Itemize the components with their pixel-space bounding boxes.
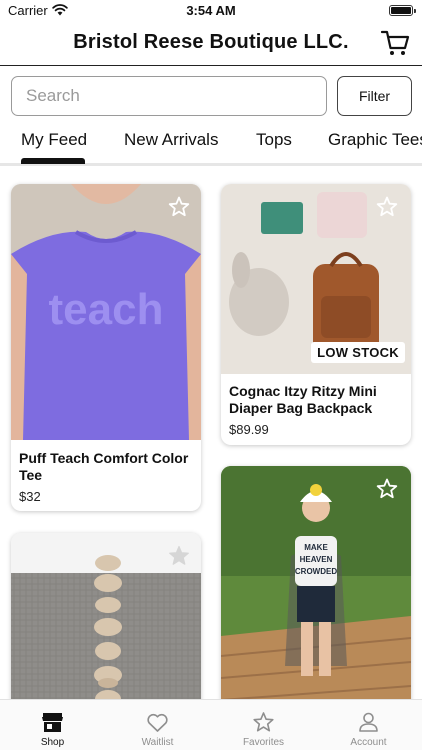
selected-tab-indicator (21, 158, 85, 164)
heart-icon (147, 713, 168, 732)
favorite-star-icon[interactable] (167, 544, 191, 568)
product-price: $32 (19, 489, 41, 504)
search-input[interactable] (12, 77, 326, 115)
nav-account[interactable]: Account (316, 700, 421, 750)
low-stock-badge: LOW STOCK (311, 342, 405, 363)
status-bar: Carrier 3:54 AM (0, 0, 422, 22)
favorite-star-icon[interactable] (375, 195, 399, 219)
nav-waitlist[interactable]: Waitlist (105, 700, 210, 750)
product-grid[interactable]: teach Puff Teach Comfort Color Tee $32 L… (0, 166, 422, 699)
product-name[interactable]: Cognac Itzy Ritzy Mini Diaper Bag Backpa… (229, 383, 405, 417)
product-card[interactable]: teach Puff Teach Comfort Color Tee $32 (11, 184, 201, 511)
product-card[interactable] (11, 533, 201, 699)
product-name[interactable]: Puff Teach Comfort Color Tee (19, 450, 195, 484)
filter-button[interactable]: Filter (337, 76, 412, 116)
tab-my-feed[interactable]: My Feed (21, 130, 87, 150)
nav-label: Favorites (242, 737, 285, 748)
shirt-print-text: CROWDED (295, 567, 337, 576)
star-icon (253, 712, 274, 732)
storefront-icon (42, 713, 63, 732)
nav-label: Account (350, 737, 387, 748)
shirt-print-text: MAKE (304, 543, 328, 552)
product-card[interactable]: MAKE HEAVEN CROWDED (221, 466, 411, 699)
nav-label: Waitlist (141, 737, 174, 748)
nav-label: Shop (40, 737, 65, 748)
nav-shop[interactable]: Shop (0, 700, 105, 750)
app-header: Bristol Reese Boutique LLC. (0, 22, 422, 66)
status-time: 3:54 AM (186, 3, 236, 18)
store-title: Bristol Reese Boutique LLC. (73, 31, 349, 53)
tee-photo-illustration: teach (11, 184, 201, 440)
bottom-navigation: Shop Waitlist Favorites Account (0, 699, 422, 750)
person-icon (359, 712, 378, 732)
product-price: $89.99 (229, 422, 269, 437)
shirt-print-text: HEAVEN (300, 555, 333, 564)
battery-icon (389, 5, 416, 16)
favorite-star-icon[interactable] (167, 195, 191, 219)
tab-tops[interactable]: Tops (256, 130, 292, 150)
shopping-cart-icon[interactable] (380, 28, 410, 58)
product-card[interactable]: LOW STOCK Cognac Itzy Ritzy Mini Diaper … (221, 184, 411, 445)
product-image[interactable]: teach (11, 184, 201, 440)
tab-graphic-tees[interactable]: Graphic Tees (328, 130, 422, 150)
search-box[interactable] (11, 76, 327, 116)
nav-favorites[interactable]: Favorites (211, 700, 316, 750)
favorite-star-icon[interactable] (375, 477, 399, 501)
tee-print-text: teach (49, 285, 164, 334)
tab-new-arrivals[interactable]: New Arrivals (124, 130, 218, 150)
